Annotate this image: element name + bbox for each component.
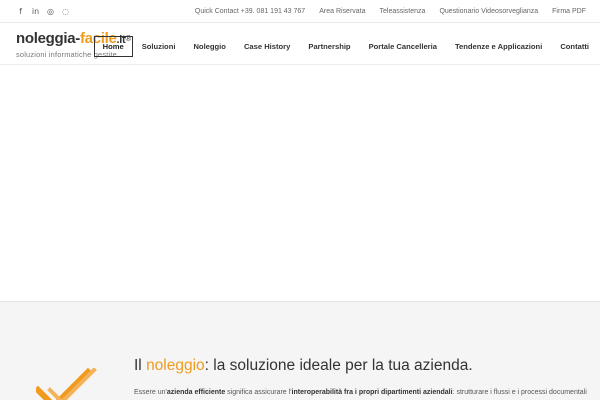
logo-part-1: noleggia- <box>16 30 80 47</box>
firma-pdf-link[interactable]: Firma PDF <box>552 8 586 15</box>
section-body: Essere un'azienda efficiente significa a… <box>134 389 587 396</box>
main-nav: Home Soluzioni Noleggio Case History Par… <box>93 36 598 57</box>
instagram-icon[interactable]: ◎ <box>46 7 55 16</box>
whatsapp-icon[interactable]: ◌ <box>61 7 70 16</box>
facebook-icon[interactable]: f <box>16 7 25 16</box>
nav-contatti[interactable]: Contatti <box>551 36 598 57</box>
nav-tendenze[interactable]: Tendenze e Applicazioni <box>446 36 551 57</box>
body-part-5: : strutturare i flussi e i processi docu… <box>452 389 587 396</box>
headline-post: : la soluzione ideale per la tua azienda… <box>204 357 473 374</box>
nav-portale-cancelleria[interactable]: Portale Cancelleria <box>360 36 446 57</box>
section-headline: Il noleggio: la soluzione ideale per la … <box>134 357 473 375</box>
nav-home[interactable]: Home <box>93 36 133 57</box>
body-part-1: Essere un' <box>134 389 167 396</box>
top-bar: f in ◎ ◌ Quick Contact +39. 081 191 43 7… <box>0 0 600 22</box>
nav-soluzioni[interactable]: Soluzioni <box>133 36 185 57</box>
checkmark-logo-icon <box>36 368 97 400</box>
linkedin-icon[interactable]: in <box>31 7 40 16</box>
quick-contact-link[interactable]: Quick Contact +39. 081 191 43 767 <box>195 8 305 15</box>
area-riservata-link[interactable]: Area Riservata <box>319 8 365 15</box>
hero-slider <box>0 65 600 301</box>
headline-accent: noleggio <box>146 357 205 374</box>
nav-case-history[interactable]: Case History <box>235 36 299 57</box>
nav-partnership[interactable]: Partnership <box>299 36 359 57</box>
social-links: f in ◎ ◌ <box>16 7 70 16</box>
top-divider <box>0 22 600 23</box>
headline-pre: Il <box>134 357 147 374</box>
body-part-3: significa assicurare l' <box>225 389 292 396</box>
body-part-2: azienda efficiente <box>166 389 226 396</box>
nav-noleggio[interactable]: Noleggio <box>184 36 234 57</box>
teleassistenza-link[interactable]: Teleassistenza <box>380 8 426 15</box>
top-links: Quick Contact +39. 081 191 43 767 Area R… <box>195 8 586 15</box>
questionario-link[interactable]: Questionario Videosorveglianza <box>439 8 538 15</box>
intro-section <box>0 301 600 400</box>
body-part-4: interoperabilità fra i propri dipartimen… <box>291 389 453 396</box>
